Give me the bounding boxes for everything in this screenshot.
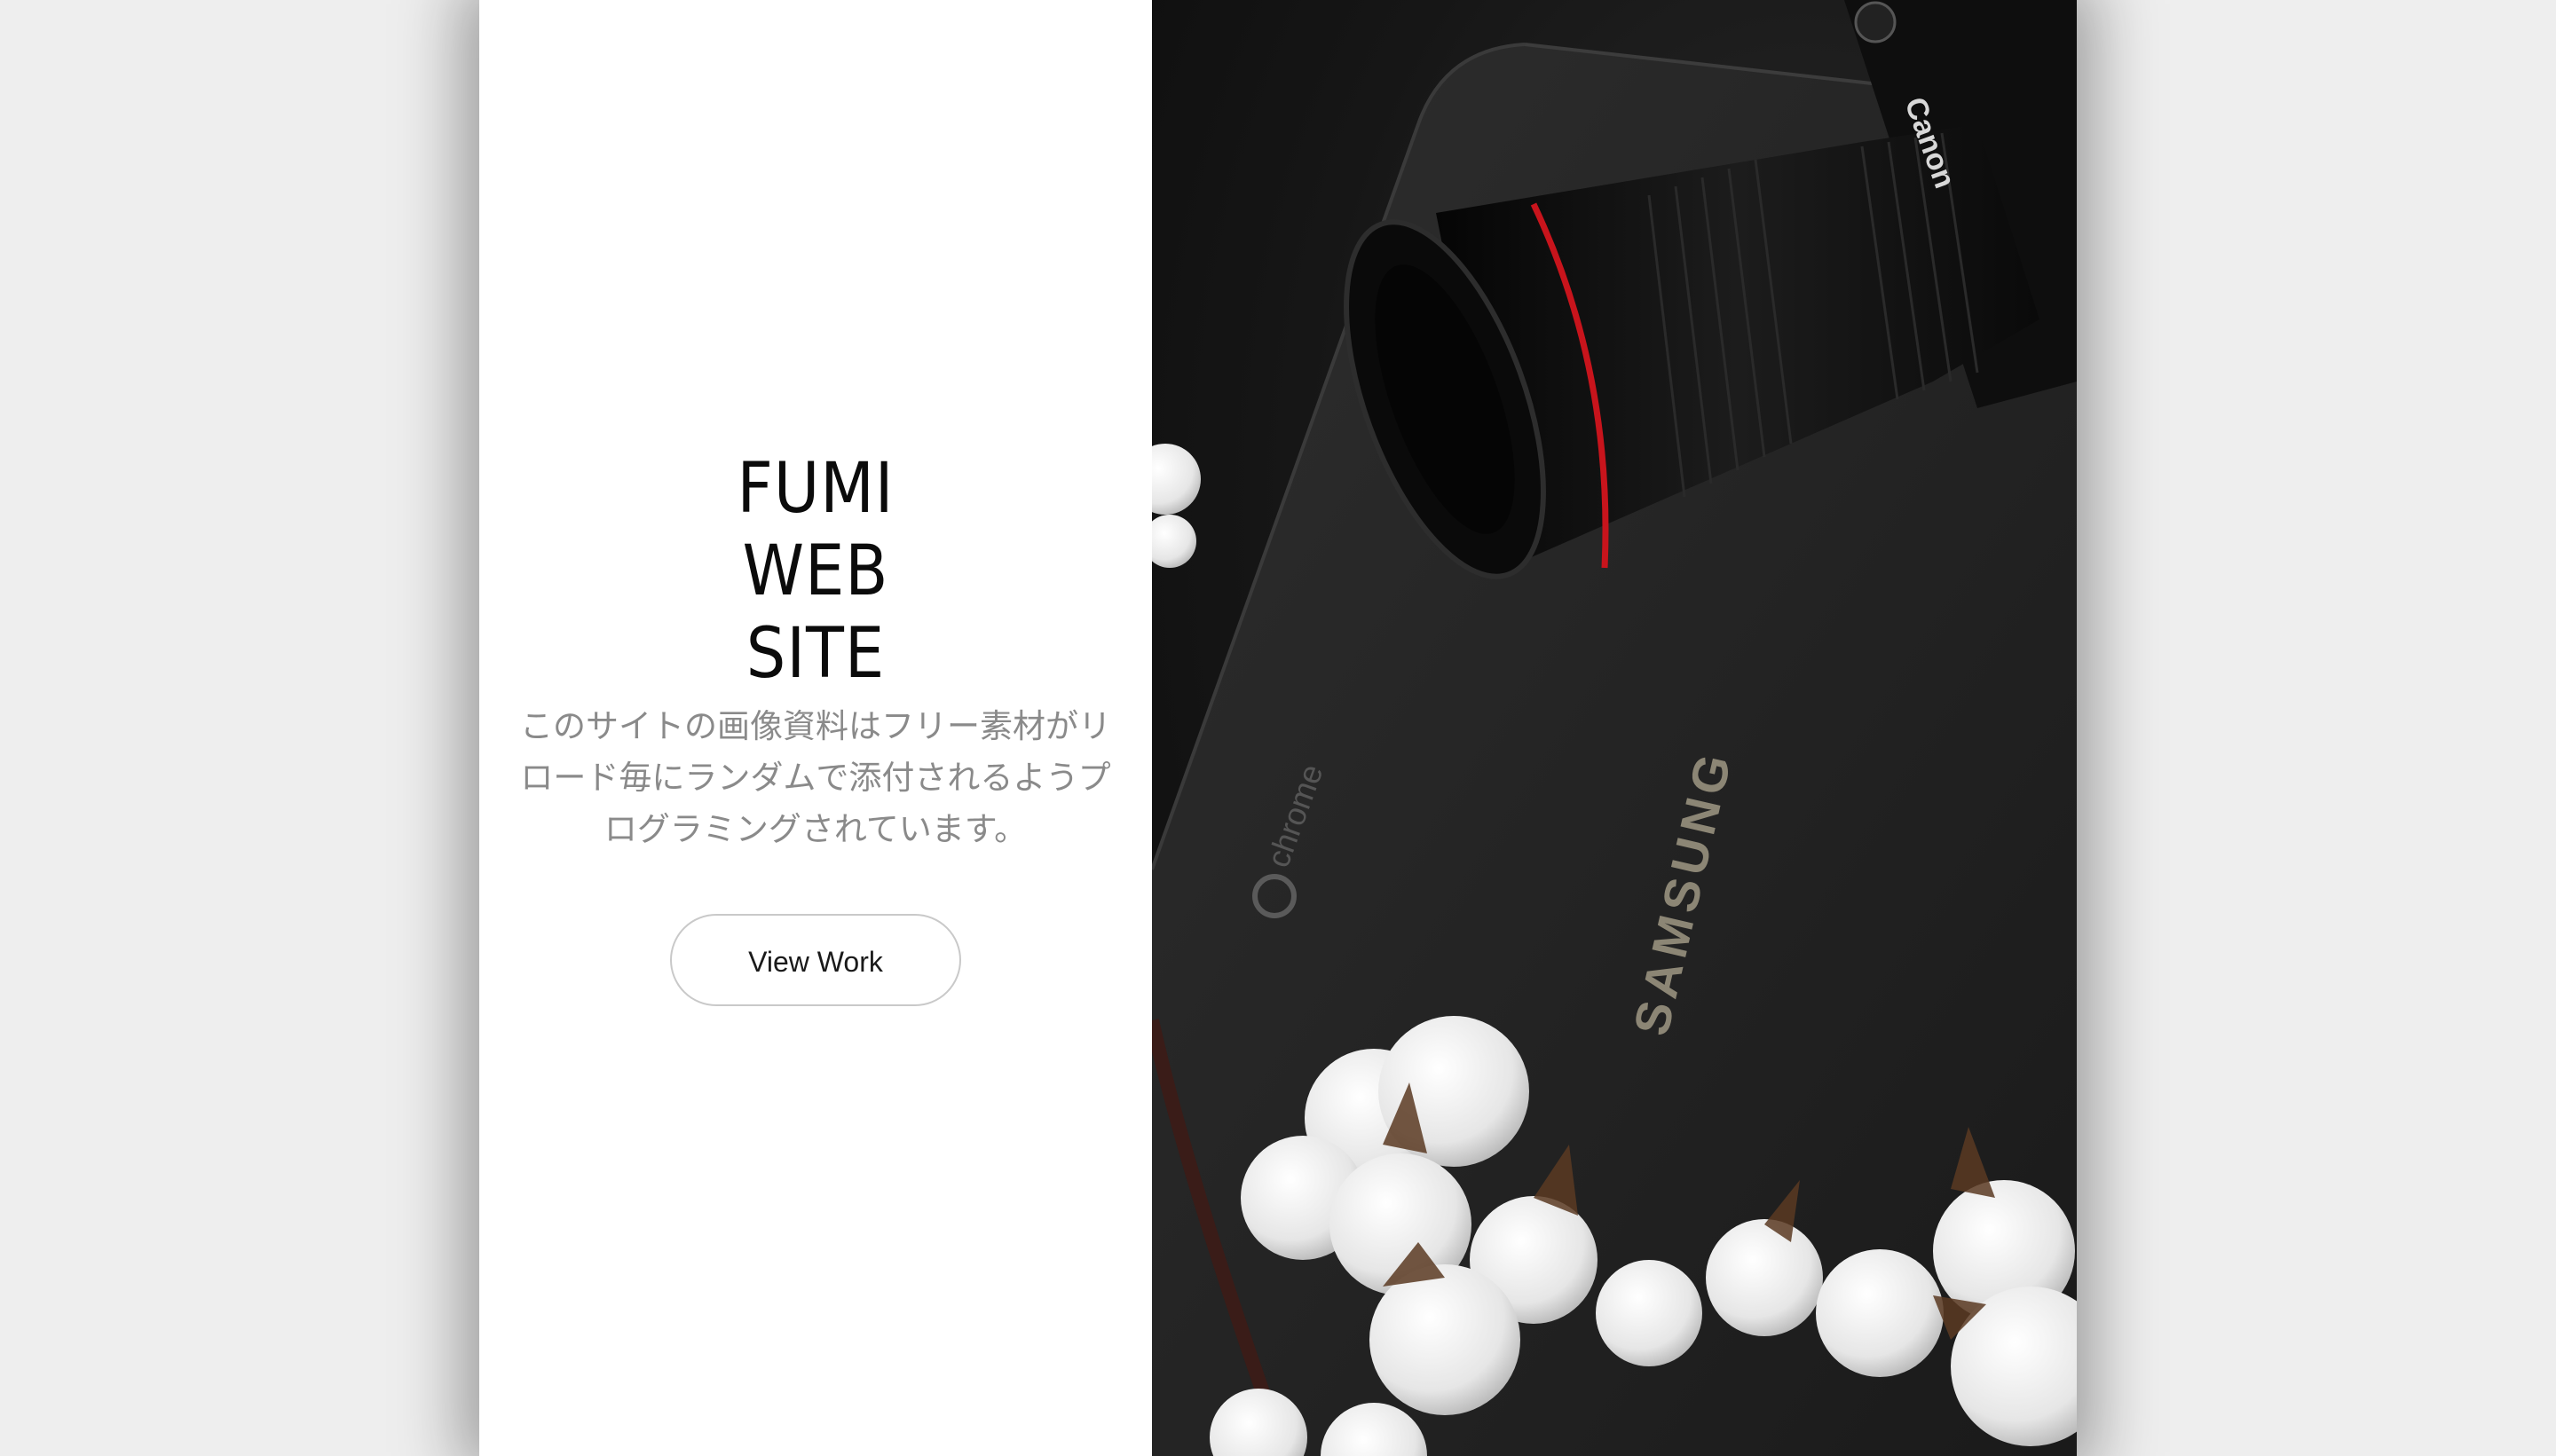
site-title-line-3: SITE (746, 614, 886, 694)
site-description: このサイトの画像資料はフリー素材がリロード毎にランダムで添付されるようプログラミ… (520, 707, 1111, 848)
view-work-button[interactable]: View Work (670, 914, 961, 1006)
site-title: FUMI WEB SITE (479, 448, 1152, 696)
site-title-line-1: FUMI (737, 449, 895, 529)
site-title-line-2: WEB (742, 531, 889, 611)
hero-card: FUMI WEB SITE このサイトの画像資料はフリー素材がリロード毎にランダ… (479, 0, 2077, 1456)
page-stage: FUMI WEB SITE このサイトの画像資料はフリー素材がリロード毎にランダ… (0, 0, 2556, 1456)
hero-text-panel: FUMI WEB SITE このサイトの画像資料はフリー素材がリロード毎にランダ… (479, 0, 1152, 1456)
hero-photo: SAMSUNG chrome Canon (1152, 0, 2077, 1456)
camera-laptop-photo-image: SAMSUNG chrome Canon (1152, 0, 2077, 1456)
hero-text-block: FUMI WEB SITE このサイトの画像資料はフリー素材がリロード毎にランダ… (479, 448, 1152, 1006)
